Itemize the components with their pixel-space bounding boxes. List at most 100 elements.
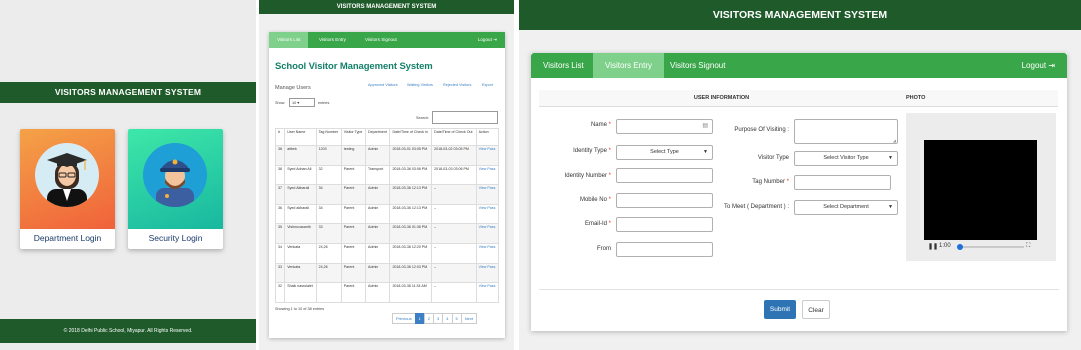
tab-visitors-list[interactable]: Visitors List [269,32,309,48]
photo-heading: PHOTO [904,90,1058,107]
column-header[interactable]: Date/Time of Check In [389,128,433,146]
view-pass-link[interactable]: View Pass [475,184,500,205]
table-cell: Syed Akbarali [284,184,317,205]
table-cell: Admin [365,184,391,205]
tag-number-input[interactable] [794,175,891,190]
column-header[interactable]: Date/Time of Check Out [431,128,477,146]
department-select[interactable]: Select Department ▼ [794,200,898,215]
waiting-visitors-link[interactable]: Waiting Visitors [407,83,433,87]
chevron-down-icon: ▼ [888,204,893,210]
tab-visitors-entry[interactable]: Visitors Entry [311,32,354,48]
pager-next[interactable]: Next [460,313,477,324]
name-input[interactable]: ▤ [616,119,713,134]
video-progress-bar[interactable] [959,246,1024,248]
department-login-label: Department Login [33,233,102,243]
video-progress-handle[interactable] [957,244,963,250]
identity-number-label: Identity Number * [564,173,611,179]
logout-link[interactable]: Logout ⇥ [1010,53,1067,78]
search-input[interactable] [432,111,498,124]
tab-visitors-signout[interactable]: Visitors Signout [658,53,737,78]
column-header[interactable]: # [274,128,286,146]
logout-link[interactable]: Logout ⇥ [470,32,505,48]
visitor-type-select[interactable]: Select Visitor Type ▼ [794,151,898,166]
photo-panel: ❚❚ 1:00 ⛶ [906,113,1056,261]
view-pass-link[interactable]: View Pass [475,262,500,284]
table-cell: 24,26 [315,262,342,284]
from-input[interactable] [616,242,713,257]
visitors-entry-panel: VISITORS MANAGEMENT SYSTEM Visitors List… [519,0,1081,350]
table-cell: 38 [274,145,286,166]
table-row: 33 Venkata 24,26 Parent Admin 2018-03-36 12:0… [274,262,500,284]
security-login-card[interactable]: Security Login [128,129,223,249]
table-cell: 2018-03-02 03:05 PM [431,145,477,166]
table-cell: 2018-03-36 12:20 PM [389,242,433,264]
view-pass-link[interactable]: View Pass [475,223,500,244]
table-cell: 37 [274,184,286,205]
table-row: 32 Shaik nasrulalet Parent Admin 2018-03-36 … [274,282,500,303]
tab-visitors-list[interactable]: Visitors List [531,53,596,78]
manage-users-heading: Manage Users [275,85,311,91]
view-pass-link[interactable]: View Pass [475,164,500,186]
purpose-of-visiting-label: Purpose Of Visiting : [734,127,789,133]
view-pass-link[interactable]: View Pass [475,282,500,303]
list-header: VISITORS MANAGEMENT SYSTEM [259,0,514,14]
column-header[interactable]: Visitor Type [340,128,367,146]
export-link[interactable]: Export [482,83,493,87]
column-header[interactable]: Tag Number [315,128,342,146]
tab-visitors-entry[interactable]: Visitors Entry [593,53,664,78]
table-cell: Admin [365,242,391,264]
identity-number-input[interactable] [616,168,713,183]
table-cell: – [431,184,477,205]
fullscreen-icon[interactable]: ⛶ [1026,243,1030,250]
video-time: 1:00 [939,243,951,249]
approved-visitors-link[interactable]: Approved Visitors [368,83,398,87]
table-cell: 2018-03-01 03:05 PM [389,145,433,166]
identity-type-select[interactable]: Select Type ▼ [616,145,713,160]
divider [539,289,1059,290]
name-label: Name * [590,122,611,128]
landing-footer: © 2018 Delhi Public School, Miyapur. All… [0,319,256,343]
pager-previous[interactable]: Previous [392,313,416,324]
view-pass-link[interactable]: View Pass [475,242,500,264]
table-row: 34 Venkata 24,26 Parent Admin 2018-03-36 12:2… [274,242,500,264]
camera-video[interactable] [924,140,1037,240]
table-cell: – [431,262,477,284]
column-header[interactable]: Action [475,128,500,146]
table-cell [315,282,342,303]
entry-header: VISITORS MANAGEMENT SYSTEM [519,0,1081,30]
rejected-visitors-link[interactable]: Rejected Visitors [443,83,471,87]
entries-select[interactable]: 10 ▾ [289,98,315,107]
pagination: Previous 1 2 3 4 5 Next [392,313,477,324]
security-login-label: Security Login [148,233,203,243]
clear-button[interactable]: Clear [802,300,830,319]
table-cell: 38 [274,164,286,186]
view-pass-link[interactable]: View Pass [475,203,500,225]
to-meet-department-label: To Meet ( Department ) : [723,204,789,210]
tag-number-label: Tag Number * [752,179,789,185]
tab-visitors-signout[interactable]: Visitors Signout [357,32,405,48]
table-cell: – [431,223,477,244]
view-pass-link[interactable]: View Pass [475,145,500,166]
mobile-no-input[interactable] [616,193,713,208]
table-cell: 2018-03-36 11:34 AM [389,282,433,303]
submit-button[interactable]: Submit [764,300,796,319]
from-label: From [597,246,611,252]
resize-handle-icon: ◢ [892,138,896,143]
table-cell: Syed akbarali [284,203,317,225]
table-cell: 34 [274,242,286,264]
contact-card-icon: ▤ [702,123,708,129]
table-row: 38 Syed Adnan Ali 32 Parent Transport 2018-03… [274,164,500,186]
table-cell: 36 [274,203,286,225]
column-header[interactable]: User Name [284,128,317,146]
entries-label: entries [318,101,330,105]
table-cell: Syed Adnan Ali [284,164,317,186]
department-login-card[interactable]: Department Login [20,129,115,249]
purpose-of-visiting-textarea[interactable]: ◢ [794,119,898,144]
table-cell: Admin [365,203,391,225]
chevron-down-icon: ▼ [888,155,893,161]
table-row: 38 aitbek 1203 testing Admin 2018-03-01 03:05… [274,145,500,166]
column-header[interactable]: Department [365,128,391,146]
table-cell: 2018-03-36 12:13 PM [389,203,433,225]
email-id-input[interactable] [616,217,713,232]
pause-icon[interactable]: ❚❚ [928,243,938,250]
